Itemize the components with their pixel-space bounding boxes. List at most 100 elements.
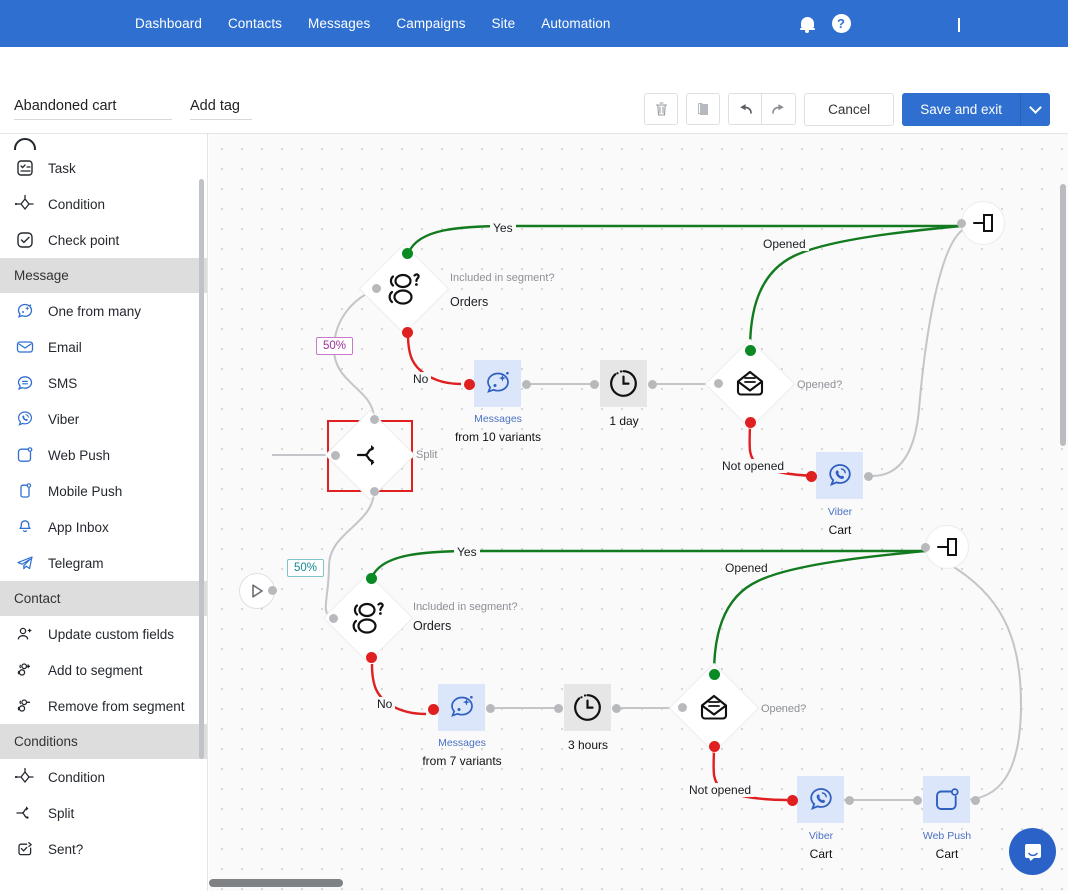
sidebar-item-condition[interactable]: Condition (0, 186, 207, 222)
sidebar-item-sent[interactable]: Sent? (0, 831, 207, 867)
sidebar-item-mobile-push[interactable]: Mobile Push (0, 473, 207, 509)
delay-output-port-bottom[interactable] (612, 704, 621, 713)
segment-question-label-bottom: Included in segment? (413, 601, 518, 613)
opened-no-port-top[interactable] (745, 417, 756, 428)
help-button[interactable]: ? (824, 7, 858, 41)
delay-output-port-top[interactable] (648, 380, 657, 389)
split-percent-badge-top[interactable]: 50% (316, 337, 354, 355)
sidebar-item-task[interactable]: Task (0, 150, 207, 186)
segment-yes-port-bottom[interactable] (366, 573, 377, 584)
copy-button[interactable] (686, 93, 721, 125)
delay-input-port-top[interactable] (590, 380, 599, 389)
workflow-tag-input[interactable]: Add tag (190, 98, 252, 120)
sub-header-strip (0, 47, 1068, 85)
webpush-input-port-bottom[interactable] (913, 796, 922, 805)
nav-link-messages[interactable]: Messages (308, 16, 370, 31)
sidebar-item-web-push[interactable]: Web Push (0, 437, 207, 473)
sidebar-item-viber[interactable]: Viber (0, 401, 207, 437)
save-and-exit-button[interactable]: Save and exit (902, 92, 1020, 126)
nav-link-dashboard[interactable]: Dashboard (135, 16, 202, 31)
automation-builder-page: Dashboard Contacts Messages Campaigns Si… (0, 0, 1068, 891)
save-options-button[interactable] (1020, 92, 1050, 126)
sidebar-item-add-to-segment[interactable]: Add to segment (0, 652, 207, 688)
mobile-push-icon (14, 480, 36, 502)
sidebar-item-partial-top[interactable] (0, 134, 207, 150)
viber-output-port-top[interactable] (864, 472, 873, 481)
start-output-port[interactable] (268, 586, 277, 595)
split-output-top-port[interactable] (370, 415, 379, 424)
workflow-canvas[interactable]: Split 50% 50% Included in segment? Order… (209, 134, 1068, 891)
webpush-node-bottom[interactable] (923, 776, 970, 823)
exit-node-bottom[interactable] (925, 525, 969, 569)
messages-output-port-bottom[interactable] (486, 704, 495, 713)
split-input-port[interactable] (331, 451, 340, 460)
sidebar-item-one-from-many[interactable]: One from many (0, 293, 207, 329)
segment-no-port-bottom[interactable] (366, 652, 377, 663)
sidebar-item-label: Sent? (48, 841, 84, 857)
exit-input-port-top[interactable] (957, 219, 966, 228)
sidebar-item-update-custom-fields[interactable]: Update custom fields (0, 616, 207, 652)
messages-node-top[interactable] (474, 360, 521, 407)
messages-output-port-top[interactable] (522, 380, 531, 389)
sidebar-item-email[interactable]: Email (0, 329, 207, 365)
opened-no-port-bottom[interactable] (709, 741, 720, 752)
nav-link-site[interactable]: Site (492, 16, 516, 31)
delay-input-port-bottom[interactable] (554, 704, 563, 713)
clock-delay-icon (610, 370, 637, 397)
viber-input-port-top[interactable] (806, 471, 817, 482)
toolbar-actions: Cancel Save and exit (644, 92, 1050, 126)
blocks-sidebar[interactable]: Task Condition Check point Message One f… (0, 134, 208, 891)
split-percent-badge-bottom[interactable]: 50% (287, 559, 325, 577)
top-navbar: Dashboard Contacts Messages Campaigns Si… (0, 0, 1068, 47)
sidebar-item-label: SMS (48, 375, 78, 391)
segment-no-port-top[interactable] (402, 327, 413, 338)
nav-link-automation[interactable]: Automation (541, 16, 610, 31)
edge-label-opened-bottom: Opened (722, 561, 771, 575)
sidebar-item-telegram[interactable]: Telegram (0, 545, 207, 581)
segment-yes-port-top[interactable] (402, 248, 413, 259)
sidebar-scrollbar-thumb[interactable] (199, 179, 204, 759)
redo-button[interactable] (762, 93, 797, 125)
sidebar-item-check-point[interactable]: Check point (0, 222, 207, 258)
undo-button[interactable] (728, 93, 763, 125)
opened-yes-port-top[interactable] (745, 345, 756, 356)
split-output-bottom-port[interactable] (370, 487, 379, 496)
viber-input-port-bottom[interactable] (787, 795, 798, 806)
opened-yes-port-bottom[interactable] (709, 669, 720, 680)
cancel-button[interactable]: Cancel (804, 92, 895, 126)
segment-input-port-top[interactable] (372, 284, 381, 293)
delete-button[interactable] (644, 93, 679, 125)
workflow-name-input[interactable]: Abandoned cart (14, 98, 172, 120)
messages-node-sub-bottom: from 7 variants (422, 754, 502, 768)
included-in-segment-icon (352, 602, 384, 634)
webpush-output-port-bottom[interactable] (971, 796, 980, 805)
notifications-button[interactable] (790, 7, 824, 41)
delay-node-top[interactable] (600, 360, 647, 407)
opened-input-port-top[interactable] (714, 379, 723, 388)
exit-input-port-bottom[interactable] (921, 543, 930, 552)
sidebar-item-remove-from-segment[interactable]: Remove from segment (0, 688, 207, 724)
messages-input-port-bottom[interactable] (428, 704, 439, 715)
exit-node-top[interactable] (961, 201, 1005, 245)
account-menu-button[interactable] (958, 17, 960, 32)
sidebar-item-split[interactable]: Split (0, 795, 207, 831)
canvas-horizontal-scrollbar[interactable] (209, 879, 343, 887)
nav-right-actions: ? (790, 0, 1068, 47)
messages-input-port-top[interactable] (464, 379, 475, 390)
viber-output-port-bottom[interactable] (845, 796, 854, 805)
sidebar-item-label: Mobile Push (48, 483, 123, 499)
nav-link-campaigns[interactable]: Campaigns (396, 16, 465, 31)
viber-node-bottom[interactable] (797, 776, 844, 823)
builder-toolbar: Abandoned cart Add tag Cancel Save and e… (0, 85, 1068, 134)
delay-node-bottom[interactable] (564, 684, 611, 731)
segment-input-port-bottom[interactable] (329, 614, 338, 623)
opened-input-port-bottom[interactable] (678, 703, 687, 712)
viber-node-top[interactable] (816, 452, 863, 499)
sidebar-item-sms[interactable]: SMS (0, 365, 207, 401)
chat-widget-button[interactable] (1009, 828, 1056, 875)
canvas-vertical-scrollbar[interactable] (1060, 184, 1066, 446)
messages-node-bottom[interactable] (438, 684, 485, 731)
nav-link-contacts[interactable]: Contacts (228, 16, 282, 31)
sidebar-item-app-inbox[interactable]: App Inbox (0, 509, 207, 545)
sidebar-item-condition-2[interactable]: Condition (0, 759, 207, 795)
